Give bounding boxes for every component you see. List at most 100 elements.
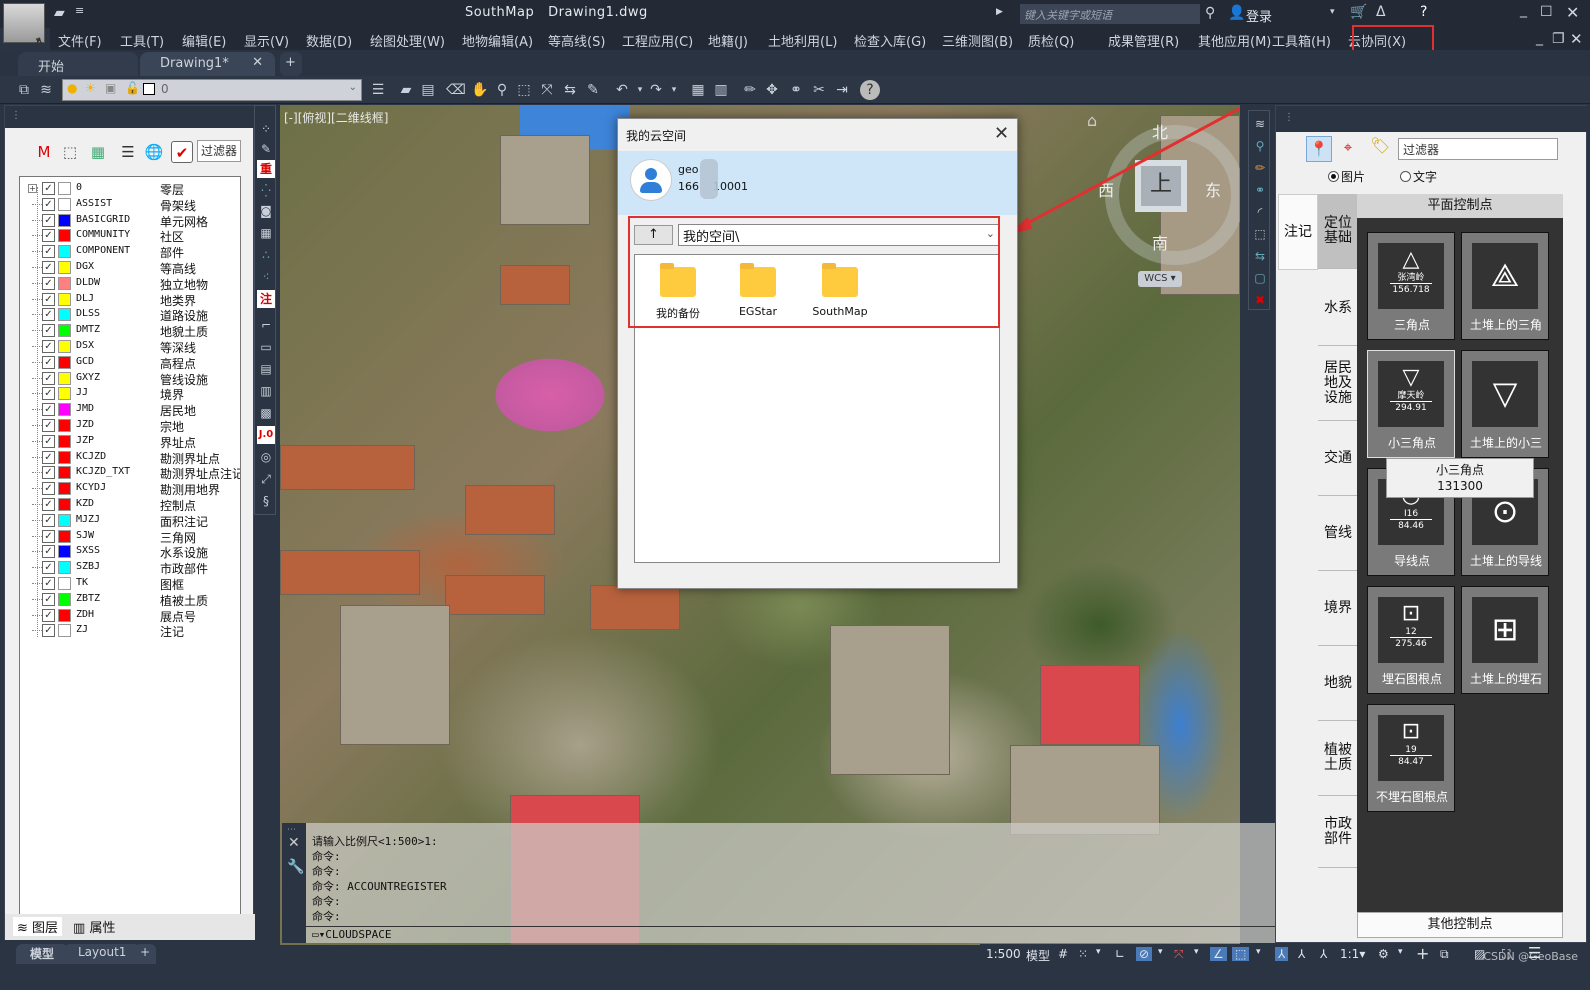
filter-button[interactable]: 过滤器 (197, 140, 241, 162)
layer-visibility-checkbox[interactable]: ✓ (42, 498, 55, 511)
menu-item[interactable]: 文件(F) (58, 31, 102, 50)
layer-color-swatch[interactable] (58, 545, 71, 559)
layer-row[interactable]: ✓ COMMUNITY 社区 (20, 228, 240, 244)
layer-select-icon[interactable]: ⬚ (59, 141, 81, 163)
layer-row[interactable]: ✓ DLDW 独立地物 (20, 276, 240, 292)
layer-visibility-checkbox[interactable]: ✓ (42, 529, 55, 543)
circle-icon[interactable]: ◎ (257, 448, 275, 466)
layer-color-swatch[interactable] (58, 197, 71, 211)
viewport-freeze-icon[interactable]: ▣ (105, 81, 116, 95)
layer-color-swatch[interactable] (58, 182, 71, 195)
layer-visibility-checkbox[interactable]: ✓ (42, 261, 55, 274)
layer-row[interactable]: ✓ DGX 等高线 (20, 260, 240, 276)
app-menu-button[interactable]: A ▼ (3, 3, 45, 45)
layer-visibility-checkbox[interactable]: ✓ (42, 545, 55, 559)
dots-icon[interactable]: ∴ (257, 246, 275, 264)
crosshair-grid-icon[interactable]: ⌖ (1336, 138, 1360, 160)
compass-south[interactable]: 南 (1152, 230, 1168, 254)
render-icon[interactable]: ✎ (583, 80, 603, 100)
login-link[interactable]: 登录 (1246, 6, 1272, 25)
menu-item[interactable]: 检查入库(G) (854, 31, 926, 50)
pattern-icon[interactable]: ▩ (257, 404, 275, 422)
symbol-item[interactable]: ▽ 土堆上的小三 (1461, 350, 1549, 458)
zoom-extents-icon[interactable]: ⤧ (537, 80, 557, 100)
move-icon[interactable]: ✥ (762, 80, 782, 100)
design-center-icon[interactable]: ▥ (711, 80, 731, 100)
zoom-icon[interactable]: ⚲ (1251, 137, 1269, 155)
compass-north[interactable]: 北 (1152, 119, 1168, 143)
layer-row[interactable]: ✓ BASICGRID 单元网格 (20, 213, 240, 229)
layer-color-swatch[interactable] (58, 466, 71, 480)
edit-icon[interactable]: ✎ (257, 140, 275, 158)
layer-visibility-checkbox[interactable]: ✓ (42, 229, 55, 243)
iso-dropdown-icon[interactable]: ▾ (1194, 947, 1199, 957)
arc-icon[interactable]: ◜ (1251, 203, 1269, 221)
zoom-previous-icon[interactable]: ⇆ (1251, 247, 1269, 265)
layer-color-swatch[interactable] (58, 608, 71, 622)
menu-item[interactable]: 绘图处理(W) (370, 31, 445, 50)
layer-visibility-checkbox[interactable]: ✓ (42, 340, 55, 353)
layer-visibility-checkbox[interactable]: ✓ (42, 434, 55, 448)
layer-color-swatch[interactable] (58, 245, 71, 259)
sun-icon[interactable]: ☀ (85, 81, 96, 95)
tab-properties[interactable]: ▥ 属性 (73, 917, 115, 936)
osnap-dropdown-icon[interactable]: ▾ (1256, 947, 1261, 957)
layer-row[interactable]: ✓ ZDH 展点号 (20, 608, 240, 624)
dialog-close-button[interactable]: ✕ (994, 123, 1009, 144)
layer-row[interactable]: ✓ KCJZD 勘测界址点 (20, 450, 240, 466)
layer-color-swatch[interactable] (58, 340, 71, 353)
layer-color-swatch[interactable] (58, 513, 71, 527)
layer-row[interactable]: ✓ GCD 高程点 (20, 355, 240, 371)
help-icon[interactable]: ? (860, 80, 880, 100)
layer-visibility-checkbox[interactable]: ✓ (42, 577, 55, 590)
dots2-icon[interactable]: ⁖ (257, 268, 275, 286)
layer-color-swatch[interactable] (58, 592, 71, 606)
model-space-toggle[interactable]: 模型 (1026, 947, 1050, 964)
ucs-menu[interactable]: WCS ▾ (1138, 271, 1182, 287)
redraw-icon[interactable]: 重 (257, 160, 275, 178)
maximize-icon[interactable]: ☐ (1540, 4, 1553, 20)
layer-visibility-checkbox[interactable]: ✓ (42, 308, 55, 322)
close-icon[interactable]: ✕ (1566, 3, 1579, 22)
doc-close-icon[interactable]: ✕ (1570, 30, 1583, 48)
settings-gear-icon[interactable]: ⚙ (1378, 947, 1389, 961)
properties-icon[interactable]: ▦ (688, 80, 708, 100)
layer-globe-icon[interactable]: 🌐 (143, 141, 165, 163)
layer-row[interactable]: ✓ KCJZD_TXT 勘测界址点注记 (20, 465, 240, 481)
symbol-item[interactable]: ⊞ 土堆上的埋石 (1461, 586, 1549, 694)
layer-row[interactable]: ✓ GXYZ 管线设施 (20, 371, 240, 387)
cart-icon[interactable]: 🛒 (1350, 4, 1367, 20)
zoom-window-icon[interactable]: ⬚ (514, 80, 534, 100)
line-icon[interactable]: ⤢ (257, 470, 275, 488)
tab-close-icon[interactable]: ✕ (252, 55, 263, 70)
layer-visibility-checkbox[interactable]: ✓ (42, 403, 55, 417)
layer-visibility-checkbox[interactable]: ✓ (42, 245, 55, 259)
polar-icon[interactable]: ⊘ (1136, 947, 1153, 961)
scale-readout[interactable]: 1:500 (986, 947, 1021, 961)
menu-item[interactable]: 地物编辑(A) (462, 31, 533, 50)
unlock-icon[interactable]: 🔓 (125, 81, 140, 95)
category-tab[interactable]: 定位基础 (1318, 194, 1358, 269)
menu-item[interactable]: 工具(T) (120, 31, 164, 50)
undo-icon[interactable]: ↶ (612, 80, 632, 100)
zoom-realtime-icon[interactable]: ⚲ (492, 80, 512, 100)
layer-row[interactable]: ✓ DLJ 地类界 (20, 292, 240, 308)
close-command-icon[interactable]: ✕ (288, 835, 300, 851)
layer-row[interactable]: + ✓ 0 零层 (20, 181, 240, 197)
zoom-previous-icon[interactable]: ⇆ (560, 80, 580, 100)
layer-row[interactable]: ✓ SXSS 水系设施 (20, 544, 240, 560)
layer-visibility-checkbox[interactable]: ✓ (42, 513, 55, 527)
radio-text[interactable]: 文字 (1400, 168, 1437, 185)
ruler-icon[interactable]: ▤ (257, 360, 275, 378)
customize-wrench-icon[interactable]: 🔧 (287, 859, 304, 875)
layer-row[interactable]: ✓ DSX 等深线 (20, 339, 240, 355)
layer-row[interactable]: ✓ KCYDJ 勘测用地界 (20, 481, 240, 497)
help-search-input[interactable]: 键入关键字或短语 (1020, 4, 1200, 24)
symbol-item[interactable]: ⊡ 12 275.46 埋石图根点 (1367, 586, 1455, 694)
layer-color-swatch[interactable] (58, 276, 71, 290)
camera-icon[interactable]: ◙ (257, 202, 275, 220)
layer-row[interactable]: ✓ SZBJ 市政部件 (20, 560, 240, 576)
annoscale-readout[interactable]: 1:1▾ (1340, 947, 1365, 961)
layers-icon[interactable]: ≋ (1251, 115, 1269, 133)
layer-row[interactable]: ✓ JJ 境界 (20, 386, 240, 402)
